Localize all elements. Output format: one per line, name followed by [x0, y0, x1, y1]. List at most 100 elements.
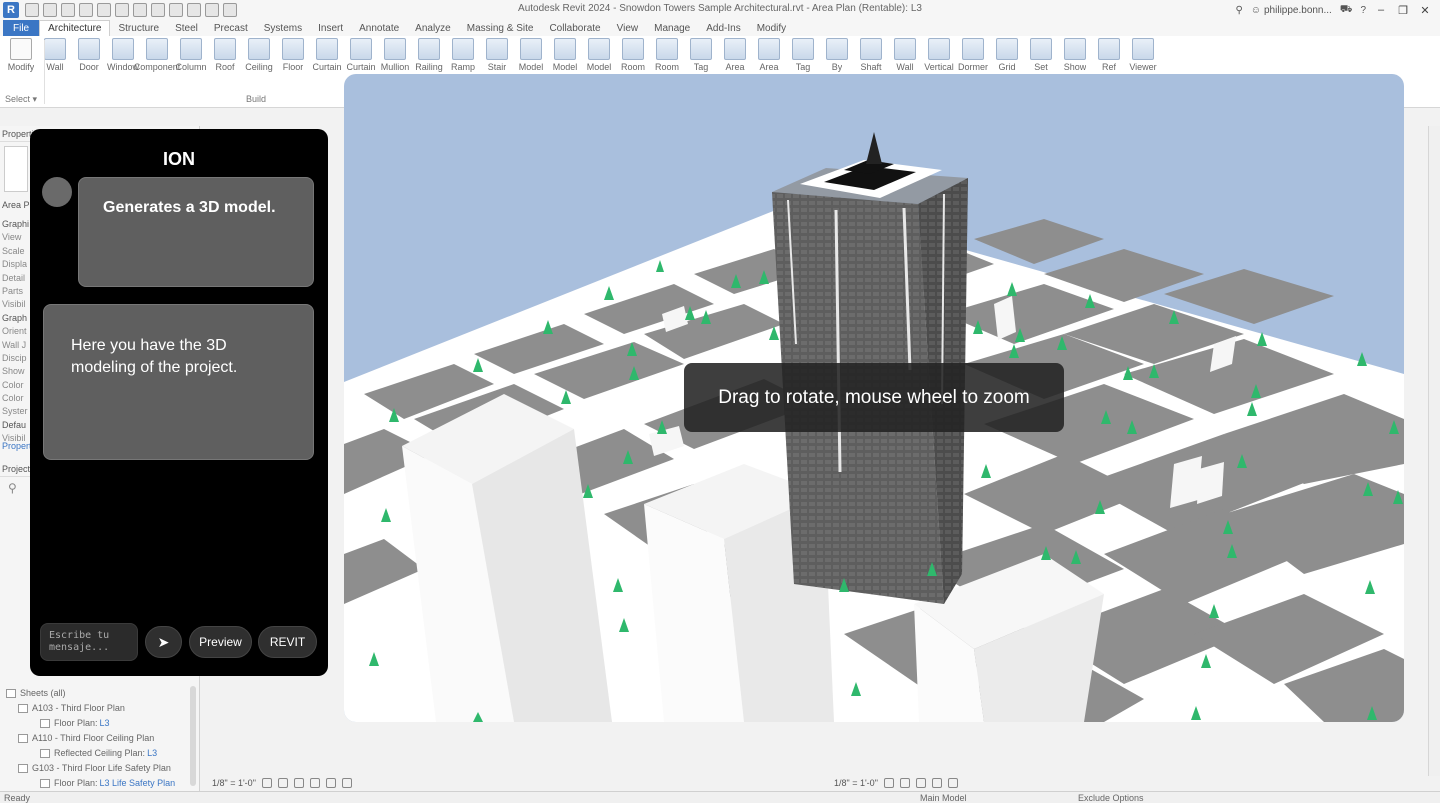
- scale-selector[interactable]: 1/8" = 1'-0": [212, 778, 256, 788]
- tab-systems[interactable]: Systems: [256, 20, 310, 36]
- save-icon[interactable]: [43, 3, 57, 17]
- tab-file[interactable]: File: [3, 20, 40, 36]
- tool-mullion-button[interactable]: Mullion: [378, 38, 412, 78]
- property-row[interactable]: Detail: [2, 273, 30, 286]
- tool-door-button[interactable]: Door: [72, 38, 106, 78]
- property-row[interactable]: Discip: [2, 353, 30, 366]
- shadows-icon[interactable]: [309, 778, 320, 788]
- tool-ceiling-button[interactable]: Ceiling: [242, 38, 276, 78]
- tab-collaborate[interactable]: Collaborate: [541, 20, 608, 36]
- property-row[interactable]: Graph: [2, 313, 30, 326]
- tool-show-button[interactable]: Show: [1058, 38, 1092, 78]
- message-input[interactable]: Escribe tu mensaje...: [40, 623, 138, 661]
- 3d-view-icon[interactable]: [169, 3, 183, 17]
- tool-wall-button[interactable]: Wall: [888, 38, 922, 78]
- property-row[interactable]: Graphi: [2, 219, 30, 232]
- tool-set-button[interactable]: Set: [1024, 38, 1058, 78]
- property-row[interactable]: View: [2, 232, 30, 245]
- crop-view-icon[interactable]: [325, 778, 336, 788]
- tool-column-button[interactable]: Column: [174, 38, 208, 78]
- tool-curtain-button[interactable]: Curtain: [310, 38, 344, 78]
- tab-insert[interactable]: Insert: [310, 20, 351, 36]
- tool-model-button[interactable]: Model: [548, 38, 582, 78]
- shadows-icon[interactable]: [931, 778, 942, 788]
- tool-viewer-button[interactable]: Viewer: [1126, 38, 1160, 78]
- detail-level-icon[interactable]: [883, 778, 894, 788]
- property-row[interactable]: Defau: [2, 420, 30, 433]
- tool-stair-button[interactable]: Stair: [480, 38, 514, 78]
- tool-window-button[interactable]: Window: [106, 38, 140, 78]
- cart-icon[interactable]: ⛟: [1340, 4, 1353, 17]
- visual-style-icon[interactable]: [277, 778, 288, 788]
- search-icon[interactable]: ⚲: [8, 481, 17, 495]
- undo-icon[interactable]: [79, 3, 93, 17]
- property-row[interactable]: Wall J: [2, 340, 30, 353]
- tool-area-button[interactable]: Area: [752, 38, 786, 78]
- browser-tree-item[interactable]: A103 - Third Floor Plan: [0, 701, 196, 716]
- browser-tree-item[interactable]: Sheets (all): [0, 686, 196, 701]
- preview-button[interactable]: Preview: [189, 626, 252, 658]
- property-row[interactable]: Parts: [2, 286, 30, 299]
- send-button[interactable]: ➤: [145, 626, 182, 658]
- tool-area-button[interactable]: Area: [718, 38, 752, 78]
- sun-path-icon[interactable]: [293, 778, 304, 788]
- tool-modify-button[interactable]: Modify: [4, 38, 38, 78]
- tool-room-button[interactable]: Room: [650, 38, 684, 78]
- help-icon[interactable]: ?: [1360, 5, 1366, 16]
- property-row[interactable]: Visibil: [2, 299, 30, 312]
- close-icon[interactable]: ✕: [1418, 4, 1432, 17]
- tab-analyze[interactable]: Analyze: [407, 20, 459, 36]
- right-scrollbar[interactable]: [1428, 126, 1440, 776]
- type-selector[interactable]: Area P: [2, 200, 30, 210]
- type-thumbnail[interactable]: [4, 146, 28, 192]
- sync-icon[interactable]: [61, 3, 75, 17]
- browser-tree-item[interactable]: Reflected Ceiling Plan: L3: [0, 746, 196, 761]
- temporary-hide-icon[interactable]: [341, 778, 352, 788]
- tool-by-button[interactable]: By: [820, 38, 854, 78]
- tool-ramp-button[interactable]: Ramp: [446, 38, 480, 78]
- tool-roof-button[interactable]: Roof: [208, 38, 242, 78]
- tab-massing-site[interactable]: Massing & Site: [459, 20, 542, 36]
- tab-annotate[interactable]: Annotate: [351, 20, 407, 36]
- browser-scrollbar[interactable]: [190, 686, 196, 786]
- open-icon[interactable]: [25, 3, 39, 17]
- tool-shaft-button[interactable]: Shaft: [854, 38, 888, 78]
- tool-component-button[interactable]: Component: [134, 38, 180, 78]
- tool-ref-button[interactable]: Ref: [1092, 38, 1126, 78]
- tab-precast[interactable]: Precast: [206, 20, 256, 36]
- revit-logo-icon[interactable]: R: [3, 2, 19, 18]
- property-row[interactable]: Scale: [2, 246, 30, 259]
- property-row[interactable]: Syster: [2, 406, 30, 419]
- user-menu[interactable]: ☺ philippe.bonn...: [1251, 5, 1332, 16]
- tool-model-button[interactable]: Model: [582, 38, 616, 78]
- tab-add-ins[interactable]: Add-Ins: [698, 20, 748, 36]
- active-workset[interactable]: Main Model: [920, 793, 967, 803]
- tool-floor-button[interactable]: Floor: [276, 38, 310, 78]
- minimize-icon[interactable]: –: [1374, 4, 1388, 16]
- tool-grid-button[interactable]: Grid: [990, 38, 1024, 78]
- tab-manage[interactable]: Manage: [646, 20, 698, 36]
- tab-view[interactable]: View: [609, 20, 647, 36]
- property-row[interactable]: Show: [2, 366, 30, 379]
- section-icon[interactable]: [187, 3, 201, 17]
- crop-view-icon[interactable]: [947, 778, 958, 788]
- browser-tree-item[interactable]: A110 - Third Floor Ceiling Plan: [0, 731, 196, 746]
- exclude-options-toggle[interactable]: Exclude Options: [1078, 793, 1144, 803]
- 3d-viewport[interactable]: Drag to rotate, mouse wheel to zoom: [344, 74, 1404, 722]
- tool-room-button[interactable]: Room: [616, 38, 650, 78]
- visual-style-icon[interactable]: [899, 778, 910, 788]
- browser-tree-item[interactable]: G103 - Third Floor Life Safety Plan: [0, 761, 196, 776]
- tool-vertical-button[interactable]: Vertical: [922, 38, 956, 78]
- switch-windows-icon[interactable]: [223, 3, 237, 17]
- tool-tag-button[interactable]: Tag: [684, 38, 718, 78]
- browser-tree-item[interactable]: Floor Plan: L3: [0, 716, 196, 731]
- scale-selector-2[interactable]: 1/8" = 1'-0": [834, 778, 878, 788]
- tab-steel[interactable]: Steel: [167, 20, 206, 36]
- revit-button[interactable]: REVIT: [258, 626, 317, 658]
- property-row[interactable]: Color: [2, 393, 30, 406]
- tool-tag-button[interactable]: Tag: [786, 38, 820, 78]
- tool-curtain-button[interactable]: Curtain: [344, 38, 378, 78]
- tool-dormer-button[interactable]: Dormer: [956, 38, 990, 78]
- property-row[interactable]: Displa: [2, 259, 30, 272]
- browser-tree-item[interactable]: Floor Plan: L3 Life Safety Plan: [0, 776, 196, 791]
